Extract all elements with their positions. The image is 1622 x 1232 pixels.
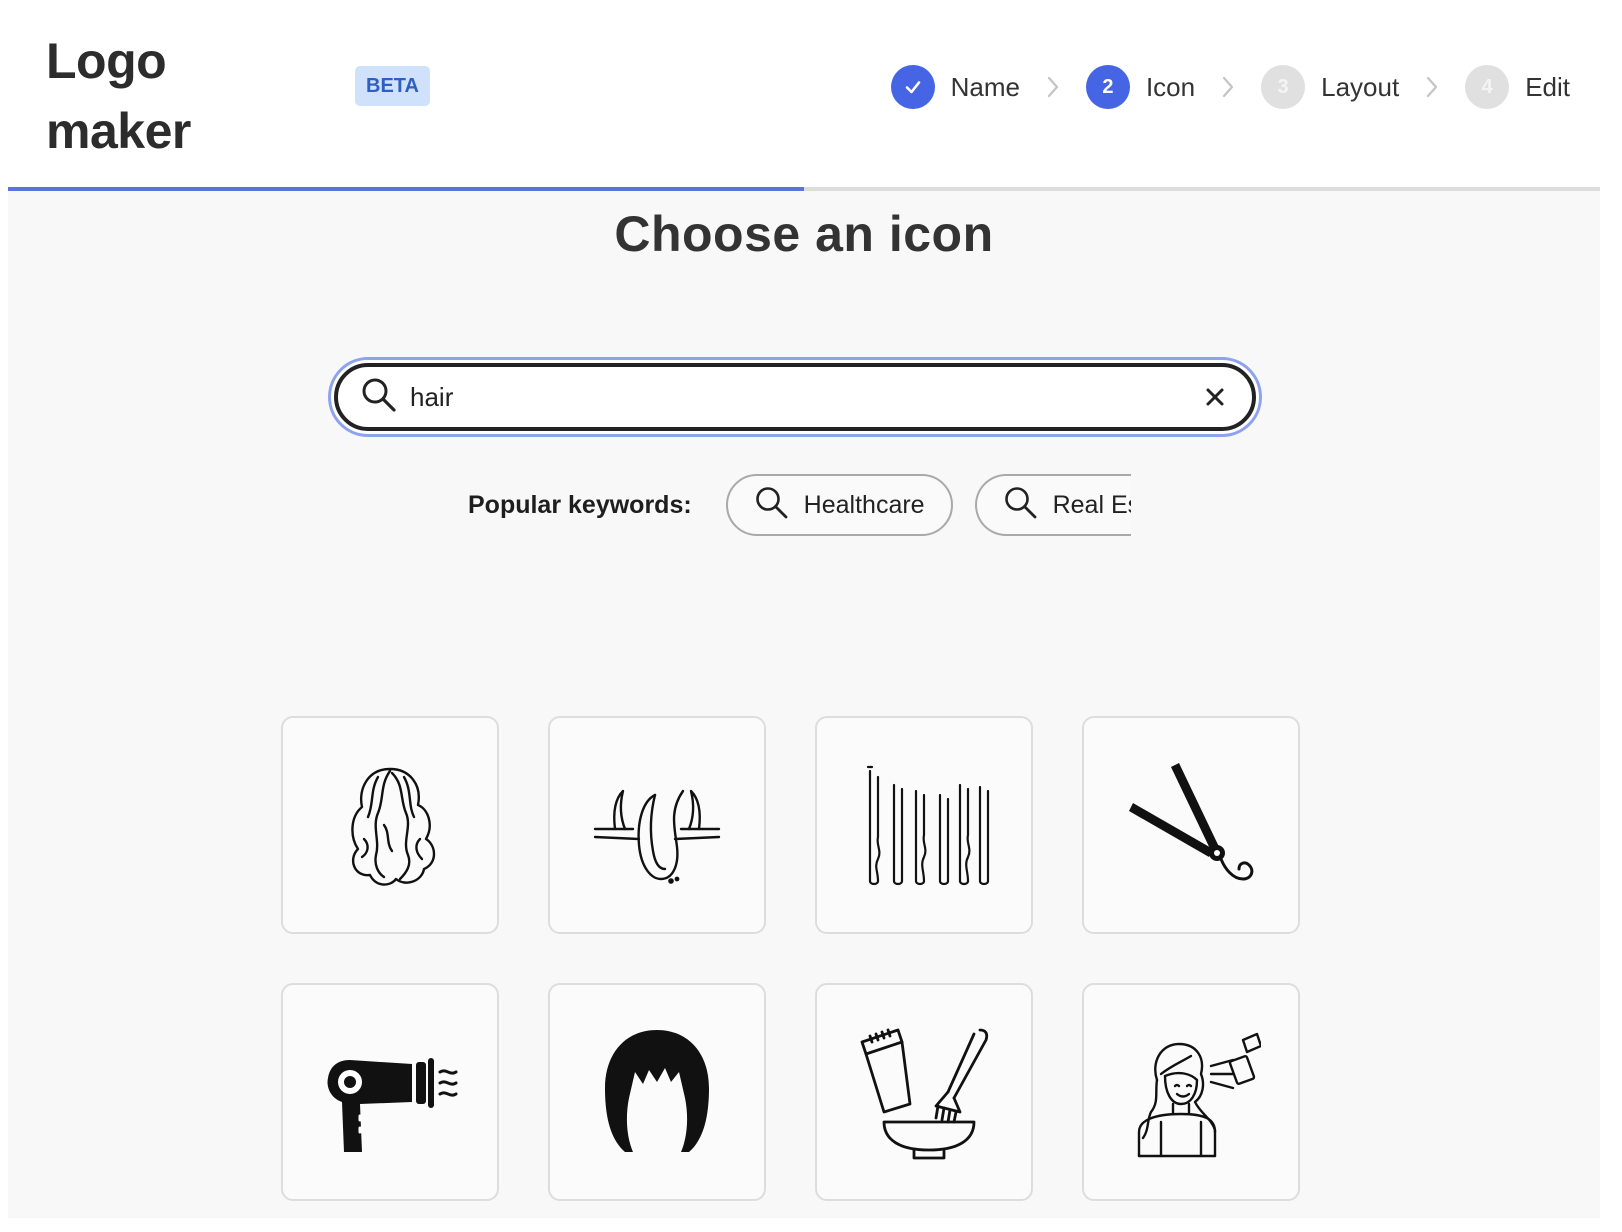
search-box (334, 363, 1256, 431)
chevron-right-icon (1046, 75, 1060, 99)
step-layout-label: Layout (1321, 71, 1400, 102)
keyword-chip-real-estate[interactable]: Real Es (974, 474, 1131, 536)
close-icon (1206, 388, 1224, 406)
step-edit-number: 4 (1465, 65, 1510, 109)
bob-haircut-icon (605, 1030, 709, 1152)
search-input[interactable] (410, 381, 1200, 413)
popular-keywords-label: Popular keywords: (468, 490, 692, 519)
step-layout-number: 3 (1261, 65, 1306, 109)
progress-bar (8, 187, 1600, 191)
search-icon (1003, 485, 1039, 526)
progress-bar-fill (8, 187, 804, 191)
search-field (328, 357, 1262, 437)
bobby-pins-icon (866, 765, 990, 886)
search-icon (360, 376, 398, 419)
chevron-right-icon (1425, 75, 1439, 99)
page-title: Choose an icon (614, 206, 994, 262)
popular-keywords: Popular keywords: Healthcare Real Es (468, 474, 1153, 536)
icon-option[interactable] (281, 983, 499, 1201)
hair-dryer-icon (327, 1058, 458, 1152)
step-icon[interactable]: 2 Icon (1085, 64, 1196, 110)
beta-badge: BETA (355, 66, 430, 106)
step-edit-label: Edit (1525, 71, 1570, 102)
icon-option[interactable] (815, 716, 1033, 934)
keyword-chip-healthcare[interactable]: Healthcare (725, 474, 953, 536)
step-icon-number: 2 (1085, 65, 1130, 109)
wavy-hair-icon (351, 767, 436, 886)
icon-option[interactable] (815, 983, 1033, 1201)
step-icon-label: Icon (1145, 71, 1196, 102)
app-title: Logo maker (46, 33, 191, 159)
stepper: Name 2 Icon 3 Layout 4 Edit (890, 64, 1570, 110)
keyword-chip-label: Real Es (1052, 490, 1131, 519)
icon-option[interactable] (548, 716, 766, 934)
clear-search-button[interactable] (1200, 382, 1230, 412)
header: Logo maker BETA Name 2 Icon 3 Layout 4 E… (8, 0, 1600, 190)
hair-dye-kit-icon (860, 1028, 989, 1160)
step-edit[interactable]: 4 Edit (1465, 64, 1570, 110)
step-name-label: Name (950, 71, 1020, 102)
icon-results-grid (281, 716, 1300, 1201)
logo-maker-app: Logo maker BETA Name 2 Icon 3 Layout 4 E… (8, 0, 1600, 1218)
chevron-right-icon (1221, 75, 1235, 99)
keyword-chip-label: Healthcare (803, 490, 925, 519)
step-name[interactable]: Name (890, 64, 1020, 110)
icon-option[interactable] (548, 983, 766, 1201)
icon-option[interactable] (281, 716, 499, 934)
hair-follicle-icon (593, 789, 721, 884)
step-layout[interactable]: 3 Layout (1261, 64, 1399, 110)
checkmark-icon (890, 65, 935, 109)
icon-option[interactable] (1082, 716, 1300, 934)
icon-option[interactable] (1082, 983, 1300, 1201)
hair-spray-woman-icon (1137, 1032, 1261, 1158)
search-icon (754, 485, 790, 526)
hair-straightener-icon (1129, 763, 1254, 881)
